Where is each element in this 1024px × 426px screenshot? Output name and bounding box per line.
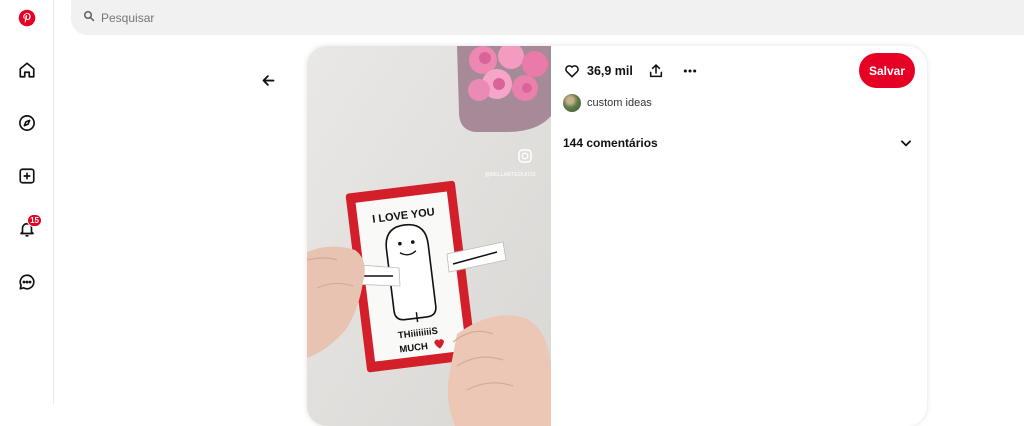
home-icon[interactable]: [9, 52, 45, 88]
search-input[interactable]: [101, 10, 701, 25]
pin-details: 36,9 mil Salvar custom ideas 144 comentá…: [551, 46, 927, 426]
share-icon[interactable]: [645, 60, 667, 82]
chevron-down-icon[interactable]: [897, 134, 915, 152]
save-button[interactable]: Salvar: [859, 53, 915, 88]
notification-count-badge: 15: [27, 214, 42, 227]
creator-name: custom ideas: [587, 97, 652, 109]
left-sidebar: 15: [0, 0, 54, 404]
notifications-bell-icon[interactable]: 15: [9, 211, 45, 247]
more-options-icon[interactable]: [679, 60, 701, 82]
back-button[interactable]: [254, 66, 282, 94]
messages-chat-icon[interactable]: [9, 264, 45, 300]
create-plus-icon[interactable]: [9, 158, 45, 194]
pin-image: @BELLARTEDUIOS I LOVE YOU THiiiiiiiiS MU…: [307, 46, 551, 426]
explore-compass-icon[interactable]: [9, 105, 45, 141]
search-bar[interactable]: [71, 0, 1024, 35]
pinterest-logo-icon[interactable]: [9, 0, 45, 36]
like-heart-icon[interactable]: [561, 60, 583, 82]
like-count: 36,9 mil: [587, 64, 633, 78]
watermark-text: @BELLARTEDUIOS: [484, 172, 535, 178]
pin-card: @BELLARTEDUIOS I LOVE YOU THiiiiiiiiS MU…: [307, 46, 927, 426]
comments-section[interactable]: 144 comentários: [563, 134, 915, 152]
arrow-left-icon: [262, 74, 274, 86]
creator-link[interactable]: custom ideas: [563, 94, 652, 112]
search-icon: [83, 9, 101, 27]
pin-actions: 36,9 mil: [561, 60, 701, 82]
comments-count: 144 comentários: [563, 136, 658, 150]
avatar: [563, 94, 581, 112]
pin-video[interactable]: @BELLARTEDUIOS I LOVE YOU THiiiiiiiiS MU…: [307, 46, 551, 426]
